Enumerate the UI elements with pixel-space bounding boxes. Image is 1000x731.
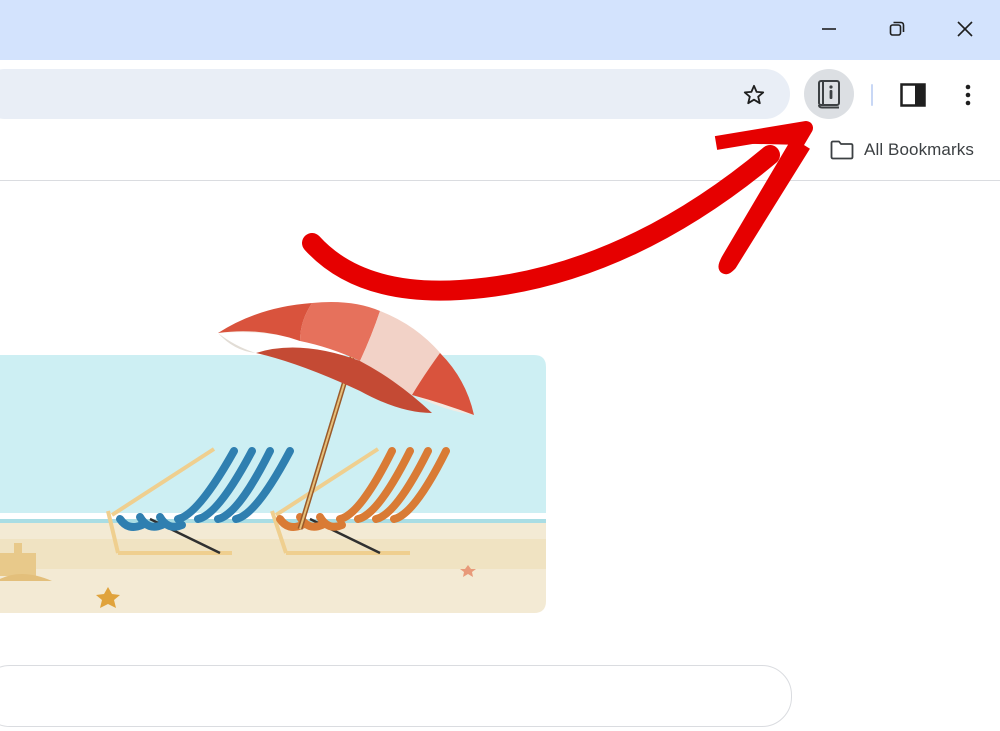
minimize-icon [822, 28, 836, 30]
all-bookmarks-label: All Bookmarks [864, 140, 974, 159]
toolbar-divider [871, 84, 873, 106]
reading-list-icon [818, 80, 840, 109]
restore-button[interactable] [874, 6, 920, 52]
bookmarks-bar: All Bookmarks [0, 126, 1000, 181]
all-bookmarks-button[interactable]: All Bookmarks [822, 134, 982, 166]
restore-icon [889, 21, 905, 36]
more-vert-icon [965, 84, 971, 106]
page-content [0, 181, 1000, 727]
bookmark-star-button[interactable] [733, 74, 775, 116]
title-bar [0, 0, 1000, 60]
address-bar[interactable] [0, 69, 790, 119]
side-panel-button[interactable] [892, 74, 934, 116]
browser-menu-button[interactable] [948, 74, 988, 116]
minimize-button[interactable] [806, 6, 852, 52]
close-window-button[interactable] [942, 6, 988, 52]
browser-toolbar [0, 60, 1000, 126]
star-icon [743, 84, 765, 105]
reading-list-button[interactable] [804, 69, 854, 119]
folder-icon [830, 140, 854, 160]
side-panel-icon [900, 83, 926, 107]
close-icon [957, 21, 973, 37]
content-card [0, 665, 792, 727]
